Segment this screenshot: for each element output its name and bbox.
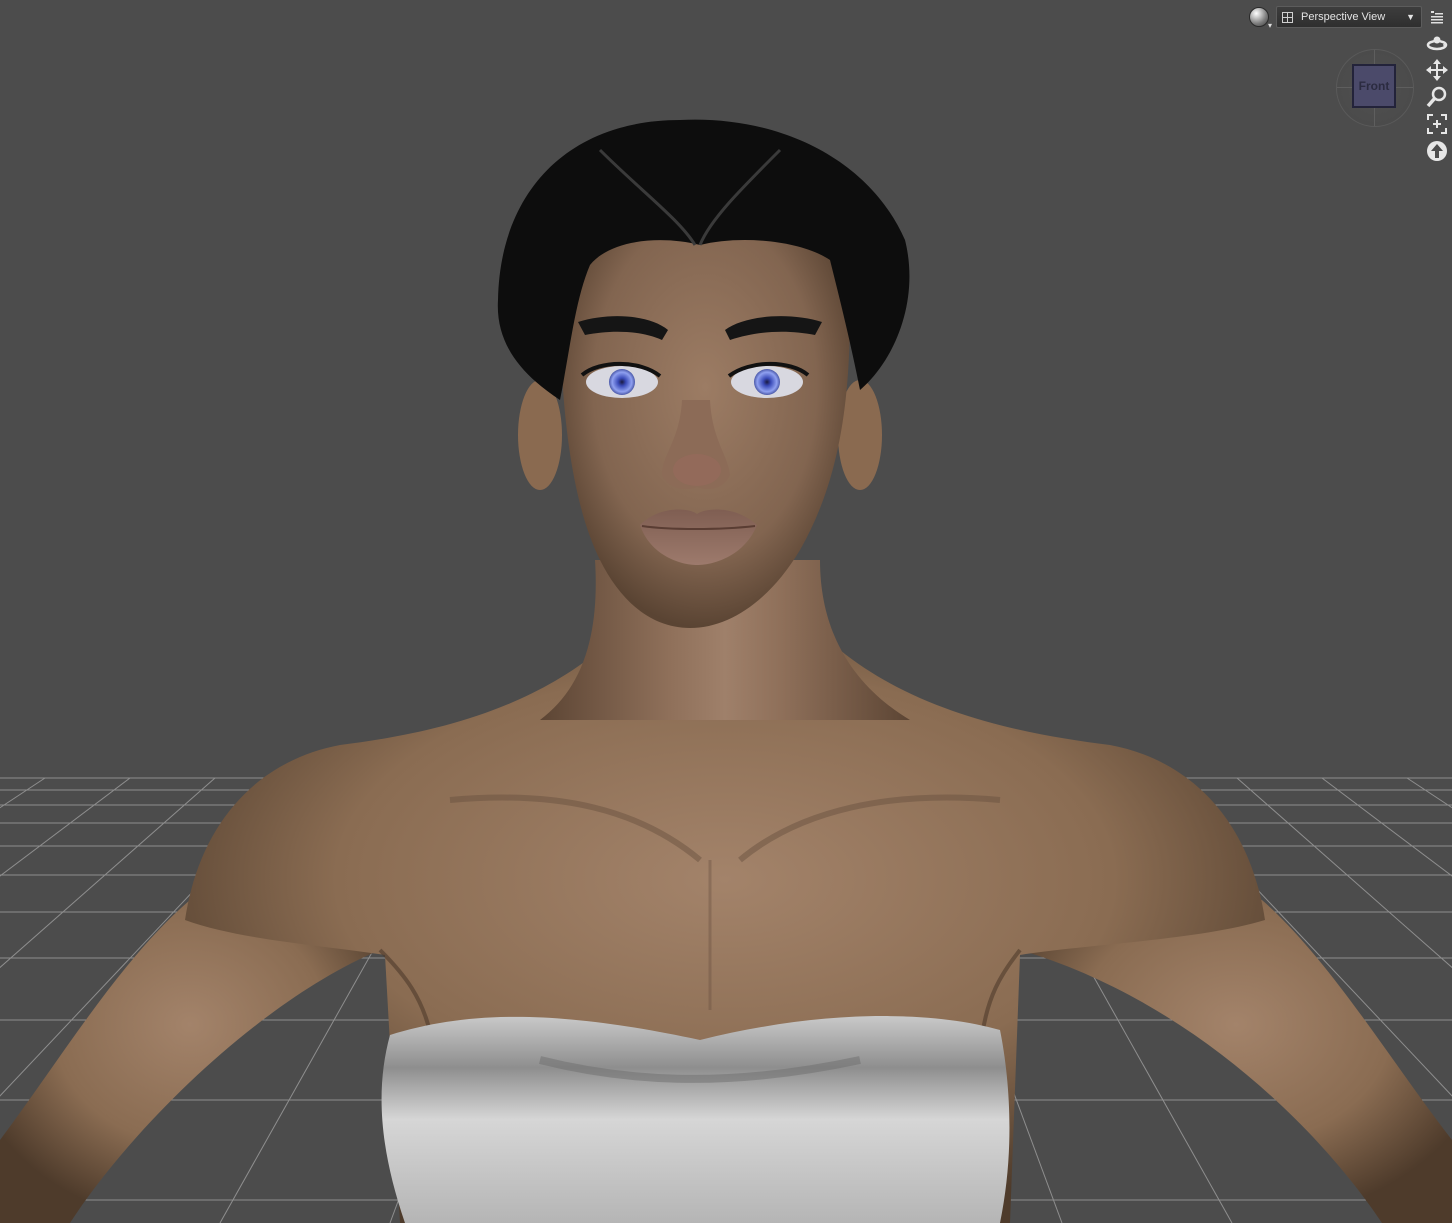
render-style-button[interactable]: ▾	[1246, 4, 1272, 30]
orbit-icon	[1426, 36, 1448, 51]
sphere-icon	[1249, 7, 1269, 27]
chevron-down-icon: ▼	[1406, 12, 1415, 22]
view-cube-face-label: Front	[1358, 79, 1390, 93]
reset-view-icon	[1427, 141, 1447, 161]
viewport-options-button[interactable]	[1426, 6, 1448, 28]
menu-lines-icon	[1431, 11, 1443, 24]
caret-down-icon: ▾	[1267, 21, 1272, 30]
camera-select-label: Perspective View	[1301, 11, 1386, 23]
frame-button[interactable]	[1425, 112, 1449, 136]
scene-render[interactable]	[0, 0, 1452, 1223]
frame-icon	[1427, 114, 1447, 134]
view-cube[interactable]: Front	[1336, 49, 1414, 127]
nav-tools	[1424, 31, 1450, 163]
orbit-button[interactable]	[1425, 31, 1449, 55]
right-iris	[754, 369, 780, 395]
zoom-button[interactable]	[1425, 85, 1449, 109]
3d-viewport[interactable]: ▾ Perspective View ▼ Front	[0, 0, 1452, 1223]
camera-grid-icon	[1282, 11, 1293, 23]
viewport-toolbar: ▾ Perspective View ▼	[1246, 4, 1448, 30]
view-cube-face[interactable]: Front	[1352, 64, 1396, 108]
strapless-top	[381, 1016, 1010, 1223]
pan-icon	[1426, 59, 1448, 81]
left-iris	[609, 369, 635, 395]
zoom-icon	[1426, 86, 1447, 108]
pan-button[interactable]	[1425, 58, 1449, 82]
camera-select[interactable]: Perspective View ▼	[1276, 6, 1422, 28]
reset-view-button[interactable]	[1425, 139, 1449, 163]
